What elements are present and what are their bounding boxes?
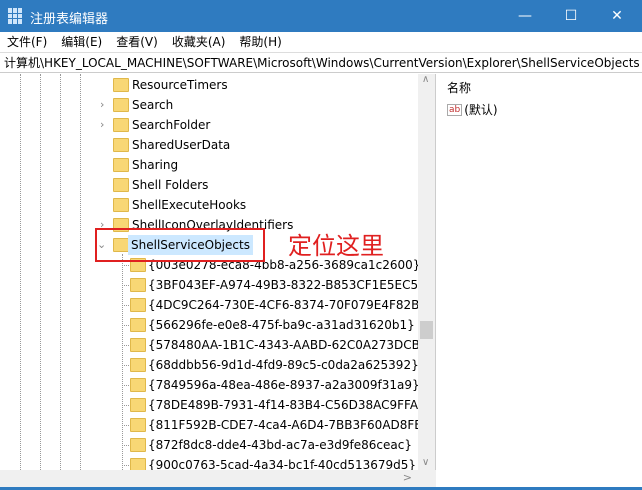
folder-icon <box>113 158 129 172</box>
vertical-scrollbar[interactable]: ∧ ∨ <box>418 74 435 470</box>
folder-icon <box>130 378 146 392</box>
tree-item[interactable]: {578480AA-1B1C-4343-AABD-62C0A273DCB5} <box>0 335 435 355</box>
tree-item-label: {900c0763-5cad-4a34-bc1f-40cd513679d5} <box>148 458 417 470</box>
tree-connector <box>122 405 129 406</box>
value-name: (默认) <box>464 103 498 117</box>
chevron-right-icon[interactable]: › <box>100 95 104 115</box>
tree-connector <box>122 425 129 426</box>
tree-connector <box>122 345 129 346</box>
tree-connector <box>122 445 129 446</box>
menu-bar: 文件(F) 编辑(E) 查看(V) 收藏夹(A) 帮助(H) <box>0 32 642 52</box>
tree-item[interactable]: {900c0763-5cad-4a34-bc1f-40cd513679d5} <box>0 455 418 470</box>
menu-view[interactable]: 查看(V) <box>109 32 165 52</box>
value-row[interactable]: ab (默认) <box>447 101 498 118</box>
scroll-right-icon[interactable]: > <box>403 471 412 484</box>
tree-item[interactable]: {872f8dc8-dde4-43bd-ac7a-e3d9fe86ceac} <box>0 435 418 455</box>
tree-connector <box>122 385 129 386</box>
folder-icon <box>113 178 129 192</box>
close-button[interactable]: ✕ <box>594 0 640 32</box>
tree-item[interactable]: {68ddbb56-9d1d-4fd9-89c5-c0da2a625392} <box>0 355 419 375</box>
scroll-up-icon[interactable]: ∧ <box>422 74 429 85</box>
menu-favorites[interactable]: 收藏夹(A) <box>165 32 233 52</box>
values-pane: 名称 ab (默认) <box>441 74 642 488</box>
tree-item[interactable]: {811F592B-CDE7-4ca4-A6D4-7BB3F60AD8FB} <box>0 415 430 435</box>
regedit-icon <box>8 8 24 24</box>
address-bar[interactable]: 计算机\HKEY_LOCAL_MACHINE\SOFTWARE\Microsof… <box>0 52 642 73</box>
menu-edit[interactable]: 编辑(E) <box>54 32 109 52</box>
tree-item-label: ShellExecuteHooks <box>132 198 247 212</box>
tree-item-label: {811F592B-CDE7-4ca4-A6D4-7BB3F60AD8FB} <box>148 418 431 432</box>
tree-item[interactable]: {3BF043EF-A974-49B3-8322-B853CF1E5EC5} <box>0 275 426 295</box>
column-header-name[interactable]: 名称 <box>447 79 471 96</box>
folder-icon <box>130 398 146 412</box>
tree-connector <box>122 325 129 326</box>
tree-connector <box>122 285 129 286</box>
tree-item[interactable]: ResourceTimers <box>0 75 418 95</box>
tree-item-label: {7849596a-48ea-486e-8937-a2a3009f31a9} <box>148 378 420 392</box>
tree-connector <box>122 365 129 366</box>
annotation-text: 定位这里 <box>288 232 384 260</box>
tree-connector <box>122 265 129 266</box>
folder-icon <box>130 418 146 432</box>
folder-icon <box>130 338 146 352</box>
tree-item[interactable]: ShellExecuteHooks <box>0 195 418 215</box>
tree-item-label: {4DC9C264-730E-4CF6-8374-70F079E4F82B} <box>148 298 428 312</box>
folder-icon <box>113 78 129 92</box>
tree-item[interactable]: {566296fe-e0e8-475f-ba9c-a31ad31620b1} <box>0 315 418 335</box>
menu-file[interactable]: 文件(F) <box>0 32 54 52</box>
menu-help[interactable]: 帮助(H) <box>232 32 288 52</box>
title-bar: 注册表编辑器 — ☐ ✕ <box>0 0 642 32</box>
tree-item-label: Search <box>132 98 174 112</box>
folder-icon <box>130 278 146 292</box>
folder-icon <box>113 98 129 112</box>
tree-item[interactable]: › Search <box>0 95 418 115</box>
folder-icon <box>130 438 146 452</box>
string-value-icon: ab <box>447 103 463 116</box>
highlight-box <box>95 228 265 262</box>
key-tree: ResourceTimers › Search › SearchFolder Shared… <box>0 74 436 470</box>
tree-item-label: Shell Folders <box>132 178 209 192</box>
tree-item[interactable]: Shell Folders <box>0 175 418 195</box>
tree-item[interactable]: SharedUserData <box>0 135 418 155</box>
tree-connector <box>122 465 129 466</box>
folder-icon <box>113 198 129 212</box>
tree-item-label: {566296fe-e0e8-475f-ba9c-a31ad31620b1} <box>148 318 415 332</box>
tree-item-label: {68ddbb56-9d1d-4fd9-89c5-c0da2a625392} <box>148 358 419 372</box>
tree-item-label: SearchFolder <box>132 118 211 132</box>
tree-item-label: Sharing <box>132 158 179 172</box>
tree-item[interactable]: {7849596a-48ea-486e-8937-a2a3009f31a9} <box>0 375 420 395</box>
chevron-right-icon[interactable]: › <box>100 115 104 135</box>
tree-item[interactable]: › SearchFolder <box>0 115 418 135</box>
folder-icon <box>113 118 129 132</box>
tree-connector <box>122 305 129 306</box>
tree-item-label: {78DE489B-7931-4f14-83B4-C56D38AC9FFA} <box>148 398 426 412</box>
tree-item-label: SharedUserData <box>132 138 231 152</box>
tree-item[interactable]: Sharing <box>0 155 418 175</box>
tree-item-label: {3BF043EF-A974-49B3-8322-B853CF1E5EC5} <box>148 278 426 292</box>
folder-icon <box>130 358 146 372</box>
folder-icon <box>130 458 146 470</box>
minimize-button[interactable]: — <box>502 0 548 32</box>
scroll-thumb[interactable] <box>420 321 433 339</box>
tree-item[interactable]: {4DC9C264-730E-4CF6-8374-70F079E4F82B} <box>0 295 427 315</box>
window-title: 注册表编辑器 <box>30 12 109 27</box>
tree-item-label: ResourceTimers <box>132 78 228 92</box>
folder-icon <box>130 318 146 332</box>
tree-item-label: {872f8dc8-dde4-43bd-ac7a-e3d9fe86ceac} <box>148 438 412 452</box>
folder-icon <box>113 138 129 152</box>
horizontal-scrollbar[interactable]: > <box>0 470 436 487</box>
tree-item[interactable]: {78DE489B-7931-4f14-83B4-C56D38AC9FFA} <box>0 395 426 415</box>
tree-item-label: {578480AA-1B1C-4343-AABD-62C0A273DCB5} <box>148 338 436 352</box>
scroll-down-icon[interactable]: ∨ <box>422 457 429 468</box>
folder-icon <box>130 298 146 312</box>
maximize-button[interactable]: ☐ <box>548 0 594 32</box>
